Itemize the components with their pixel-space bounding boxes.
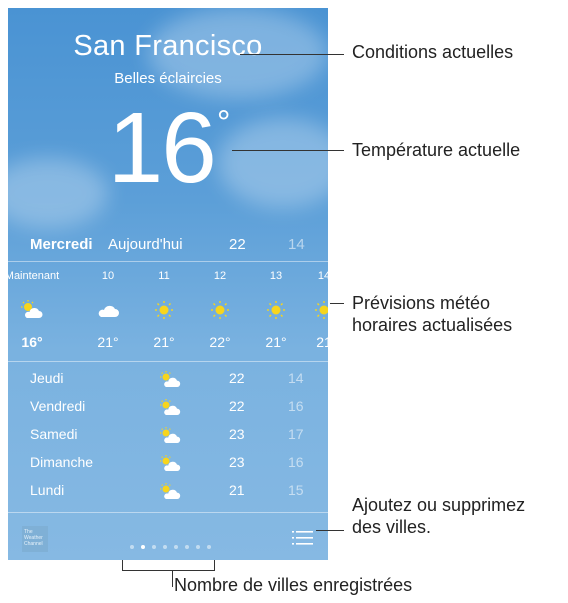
callout-cities: Ajoutez ou supprimez des villes. — [352, 494, 525, 538]
today-low: 14 — [288, 236, 305, 253]
partly-cloudy-icon — [158, 371, 182, 392]
partly-cloudy-icon — [158, 399, 182, 420]
page-dot-active — [141, 545, 145, 549]
day-high: 22 — [229, 370, 245, 386]
day-name: Lundi — [30, 482, 65, 498]
sun-icon — [192, 300, 248, 320]
page-dot — [130, 545, 134, 549]
today-day: Mercredi — [30, 236, 93, 253]
callout-hourly-line2: horaires actualisées — [352, 315, 513, 335]
day-name: Samedi — [30, 426, 78, 442]
day-low: 16 — [288, 398, 304, 414]
list-item: Vendredi 22 16 — [8, 398, 328, 422]
page-dot — [174, 545, 178, 549]
weather-channel-logo[interactable]: The Weather Channel — [22, 526, 48, 552]
day-low: 17 — [288, 426, 304, 442]
callout-cities-line2: des villes. — [352, 517, 432, 537]
cloud-icon — [80, 300, 136, 320]
today-label: Aujourd'hui — [108, 236, 183, 253]
hour-temp: 21 — [316, 334, 328, 350]
hour-label: 14 — [317, 270, 328, 282]
hour-temp: 22° — [209, 334, 231, 350]
divider — [8, 361, 328, 362]
callout-hourly-line1: Prévisions météo — [352, 293, 491, 313]
bracket-stem — [172, 570, 173, 587]
callout-line — [240, 54, 344, 55]
hour-label: Maintenant — [8, 270, 60, 282]
day-high: 22 — [229, 398, 245, 414]
hour-label: 12 — [213, 270, 227, 282]
list-item: Dimanche 23 16 — [8, 454, 328, 478]
page-dot — [185, 545, 189, 549]
city-name: San Francisco — [73, 30, 263, 62]
day-high: 23 — [229, 454, 245, 470]
partly-cloudy-icon — [158, 427, 182, 448]
today-summary: Mercredi Aujourd'hui 22 14 — [8, 236, 328, 260]
weather-screen: San Francisco Belles éclaircies 16° Merc… — [8, 8, 328, 560]
partly-cloudy-icon — [158, 455, 182, 476]
callout-line — [316, 530, 344, 531]
sun-icon — [136, 300, 192, 320]
day-high: 21 — [229, 482, 245, 498]
day-low: 15 — [288, 482, 304, 498]
callout-line — [330, 303, 344, 304]
temperature-value: 16 — [107, 92, 217, 204]
list-item: Lundi 21 15 — [8, 482, 328, 506]
current-condition: Belles éclaircies — [114, 70, 222, 87]
day-name: Jeudi — [30, 370, 64, 386]
hour-temp: 16° — [21, 334, 43, 350]
callout-line — [232, 150, 344, 151]
city-list-icon[interactable] — [292, 530, 314, 551]
partly-cloudy-icon — [158, 483, 182, 504]
callout-temperature: Température actuelle — [352, 140, 521, 160]
hour-label: 10 — [101, 270, 115, 282]
callout-saved-cities: Nombre de villes enregistrées — [174, 575, 413, 595]
page-dot — [163, 545, 167, 549]
callout-hourly: Prévisions météo horaires actualisées — [352, 292, 512, 336]
partly-cloudy-icon — [8, 300, 60, 320]
day-high: 23 — [229, 426, 245, 442]
page-dot — [152, 545, 156, 549]
current-temperature: 16° — [8, 98, 328, 198]
page-dot — [207, 545, 211, 549]
list-item: Jeudi 22 14 — [8, 370, 328, 394]
day-low: 14 — [288, 370, 304, 386]
callout-cities-line1: Ajoutez ou supprimez — [352, 495, 526, 515]
page-dots-bracket — [122, 560, 215, 571]
divider — [8, 512, 328, 513]
day-low: 16 — [288, 454, 304, 470]
today-high: 22 — [229, 236, 246, 253]
day-name: Dimanche — [30, 454, 94, 470]
hour-temp: 21° — [153, 334, 175, 350]
callout-conditions: Conditions actuelles — [352, 42, 514, 62]
day-name: Vendredi — [30, 398, 86, 414]
degree-symbol: ° — [216, 104, 231, 142]
sun-icon — [296, 300, 328, 320]
list-item: Samedi 23 17 — [8, 426, 328, 450]
bottom-toolbar: The Weather Channel — [8, 514, 328, 560]
hour-temp: 21° — [97, 334, 119, 350]
hour-label: 11 — [158, 270, 170, 282]
page-dot — [196, 545, 200, 549]
divider — [8, 261, 328, 262]
hourly-forecast[interactable]: Maintenant 16° 10 21° 11 21° 12 22° 13 2… — [8, 266, 328, 361]
page-indicator[interactable] — [130, 536, 218, 554]
